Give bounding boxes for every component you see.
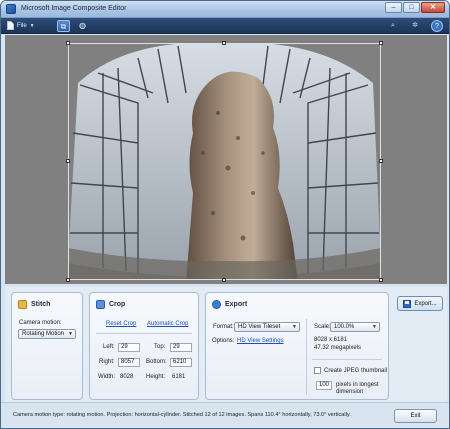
export-title: Export: [212, 300, 247, 309]
chevron-down-icon: ▼: [29, 22, 35, 29]
crop-handle-left[interactable]: [66, 159, 70, 163]
thumbnail-size-field[interactable]: 100: [316, 381, 332, 390]
thumbnail-size-label-2: dimension: [336, 389, 364, 395]
top-label: Top:: [154, 344, 166, 350]
crop-icon: [96, 300, 105, 309]
help-icon[interactable]: ?: [431, 20, 443, 32]
left-field[interactable]: 29: [118, 343, 140, 352]
camera-motion-select[interactable]: Rotating Motion ▼: [18, 329, 76, 339]
export-button-label: Export...: [414, 300, 437, 307]
close-button[interactable]: ✕: [421, 2, 445, 13]
crop-handle-right[interactable]: [379, 159, 383, 163]
stitch-icon: [18, 300, 27, 309]
hd-view-settings-link[interactable]: HD View Settings: [237, 338, 284, 344]
app-window: Microsoft Image Composite Editor – □ ✕ F…: [0, 0, 450, 429]
status-bar: Camera motion type: rotating motion. Pro…: [1, 402, 449, 428]
maximize-button[interactable]: □: [403, 2, 420, 13]
crop-rectangle[interactable]: [68, 43, 381, 280]
output-megapixels: 47.32 megapixels: [314, 345, 362, 351]
crop-title-text: Crop: [109, 301, 126, 308]
globe-icon: ◍: [79, 21, 86, 30]
export-title-text: Export: [225, 301, 248, 308]
status-text: Camera motion type: rotating motion. Pro…: [13, 412, 351, 418]
document-icon: [7, 21, 14, 30]
window-title: Microsoft Image Composite Editor: [21, 5, 127, 12]
panorama-canvas[interactable]: [5, 35, 447, 284]
scale-value: 100.0%: [334, 324, 355, 330]
file-menu-label: File: [17, 22, 27, 29]
camera-motion-value: Rotating Motion: [22, 331, 65, 337]
toolbar: File ▼ ⧉ ◍ ⌕ ✲ ?: [1, 18, 449, 34]
file-menu[interactable]: File ▼: [7, 21, 35, 30]
scale-label: Scale:: [314, 324, 331, 330]
jpeg-thumbnail-checkbox[interactable]: [314, 367, 321, 374]
export-icon: [212, 300, 221, 309]
export-divider: [306, 319, 307, 395]
stitch-view-button[interactable]: ⧉: [57, 20, 70, 32]
crop-handle-top-right[interactable]: [379, 41, 383, 45]
automatic-crop-link[interactable]: Automatic Crop: [147, 321, 188, 327]
format-value: HD View Tileset: [238, 324, 281, 330]
crop-title: Crop: [96, 300, 125, 309]
format-select[interactable]: HD View Tileset ▼: [234, 322, 300, 332]
crop-handle-top-left[interactable]: [66, 41, 70, 45]
right-field[interactable]: 8057: [118, 358, 140, 367]
title-bar[interactable]: Microsoft Image Composite Editor – □ ✕: [1, 1, 449, 18]
thumbnail-size-label: pixels in longest: [336, 382, 379, 388]
stitch-view-icon: ⧉: [60, 22, 67, 31]
settings-icon[interactable]: ✲: [409, 20, 421, 32]
crop-handle-top[interactable]: [222, 41, 226, 45]
toolbar-right: ⌕ ✲ ?: [387, 20, 443, 32]
crop-handle-bottom-right[interactable]: [379, 278, 383, 282]
height-value: 6181: [172, 374, 186, 380]
export-divider-h: [312, 359, 382, 360]
export-button[interactable]: Export...: [397, 296, 443, 311]
export-panel: Export Format: HD View Tileset ▼ Options…: [205, 292, 389, 400]
chevron-down-icon: ▼: [68, 331, 73, 337]
stitch-title-text: Stitch: [31, 301, 51, 308]
bottom-field[interactable]: 6210: [170, 358, 192, 367]
crop-panel: Crop Reset Crop Automatic Crop Left: 29 …: [89, 292, 199, 400]
scale-select[interactable]: 100.0% ▼: [330, 322, 380, 332]
save-icon: [403, 299, 412, 308]
right-label: Right:: [99, 359, 115, 365]
window-controls: – □ ✕: [385, 2, 445, 13]
reset-crop-link[interactable]: Reset Crop: [106, 321, 136, 327]
camera-motion-label: Camera motion:: [19, 320, 62, 326]
chevron-down-icon: ▼: [372, 324, 377, 330]
stitch-title: Stitch: [18, 300, 50, 309]
output-dimensions: 8028 x 6181: [314, 337, 348, 343]
settings-area: Stitch Camera motion: Rotating Motion ▼ …: [5, 287, 447, 402]
exit-button[interactable]: Exit: [394, 409, 437, 423]
top-field[interactable]: 29: [170, 343, 192, 352]
minimize-button[interactable]: –: [385, 2, 402, 13]
jpeg-thumbnail-label: Create JPEG thumbnail: [324, 368, 388, 374]
stitch-panel: Stitch Camera motion: Rotating Motion ▼: [11, 292, 83, 400]
crop-handle-bottom-left[interactable]: [66, 278, 70, 282]
width-label: Width:: [98, 374, 116, 380]
chevron-down-icon: ▼: [292, 324, 297, 330]
crop-handle-bottom[interactable]: [222, 278, 226, 282]
crop-divider: [96, 333, 192, 334]
globe-view-button[interactable]: ◍: [76, 20, 89, 32]
left-label: Left:: [103, 344, 115, 350]
options-label: Options:: [212, 338, 235, 344]
format-label: Format:: [213, 324, 234, 330]
bottom-label: Bottom:: [146, 359, 167, 365]
width-value: 8028: [120, 374, 134, 380]
app-icon: [6, 4, 16, 14]
zoom-icon[interactable]: ⌕: [387, 20, 399, 32]
height-label: Height:: [146, 374, 166, 380]
